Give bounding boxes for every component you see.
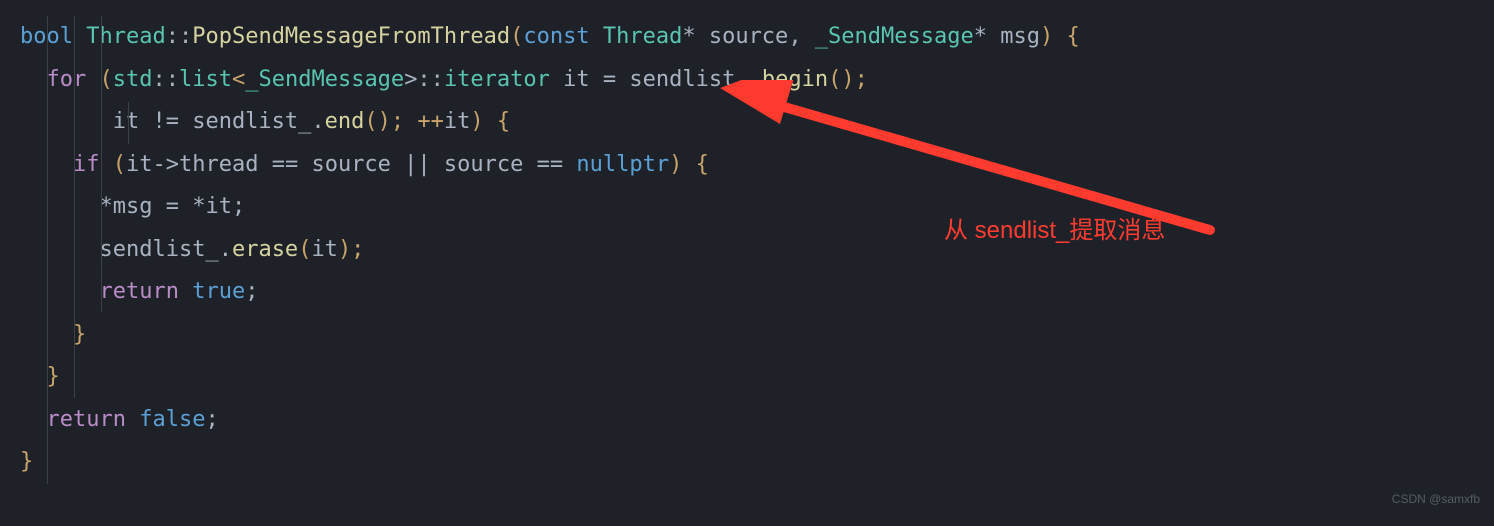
code-editor[interactable]: bool Thread::PopSendMessageFromThread(co…	[0, 0, 1494, 526]
code-line[interactable]: *msg = *it;	[20, 186, 1494, 229]
code-line[interactable]: if (it->thread == source || source == nu…	[20, 144, 1494, 187]
watermark-label: CSDN @samxfb	[1392, 478, 1480, 521]
code-line[interactable]: it != sendlist_.end(); ++it) {	[20, 101, 1494, 144]
fn-popsend: PopSendMessageFromThread	[192, 24, 510, 49]
keyword-return: return	[99, 279, 178, 304]
annotation-label: 从 sendlist_提取消息	[944, 210, 1165, 253]
indent-guide	[101, 16, 102, 312]
code-line[interactable]: bool Thread::PopSendMessageFromThread(co…	[20, 16, 1494, 59]
code-line[interactable]: }	[20, 441, 1494, 484]
code-line[interactable]: sendlist_.erase(it);	[20, 229, 1494, 272]
code-line[interactable]: return true;	[20, 271, 1494, 314]
keyword-nullptr: nullptr	[576, 152, 669, 177]
indent-guide	[74, 16, 75, 398]
type-thread: Thread	[86, 24, 165, 49]
code-line[interactable]: }	[20, 356, 1494, 399]
indent-guide	[128, 102, 129, 144]
code-line[interactable]: }	[20, 314, 1494, 357]
indent-guide	[47, 16, 48, 484]
keyword-for: for	[47, 67, 87, 92]
code-line[interactable]: return false;	[20, 399, 1494, 442]
keyword-if: if	[73, 152, 100, 177]
code-line[interactable]: for (std::list<_SendMessage>::iterator i…	[20, 59, 1494, 102]
